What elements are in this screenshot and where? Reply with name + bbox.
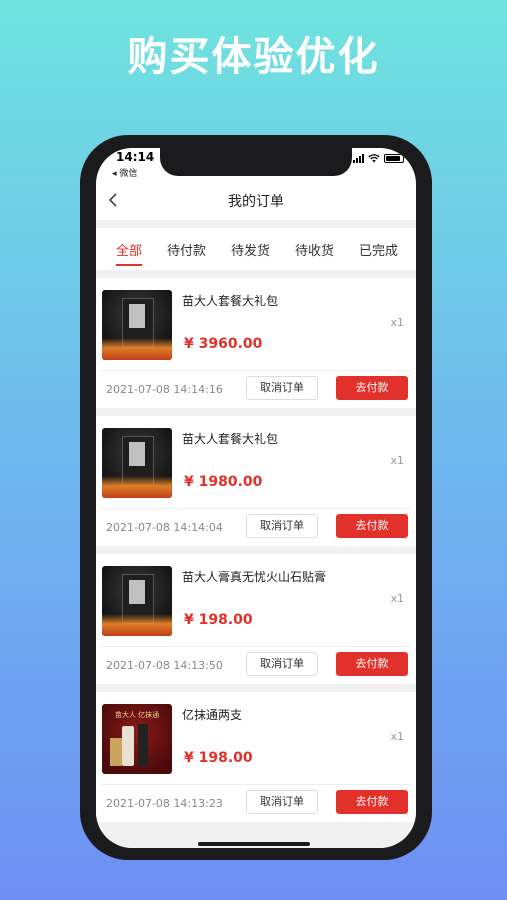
battery-icon — [384, 154, 404, 163]
page-title: 我的订单 — [228, 194, 284, 210]
phone-notch — [160, 148, 352, 176]
pay-button[interactable]: 去付款 — [336, 376, 408, 400]
order-date: 2021-07-08 14:13:50 — [106, 659, 223, 672]
status-back-app[interactable]: ◂ 微信 — [112, 166, 137, 179]
cancel-order-button[interactable]: 取消订单 — [246, 790, 318, 814]
separator — [96, 546, 416, 554]
pay-button[interactable]: 去付款 — [336, 514, 408, 538]
order-card[interactable]: 苗大人套餐大礼包 x1 ¥ 3960.00 2021-07-08 14:14:1… — [96, 278, 416, 408]
tab-all[interactable]: 全部 — [116, 240, 142, 259]
separator — [96, 408, 416, 416]
cancel-order-button[interactable]: 取消订单 — [246, 376, 318, 400]
quantity: x1 — [390, 592, 404, 605]
promo-headline: 购买体验优化 — [127, 34, 380, 80]
product-image-text: 苗大人 亿抹通 — [114, 711, 160, 719]
price: ¥ 198.00 — [184, 750, 253, 766]
product-image[interactable] — [102, 428, 172, 498]
divider — [102, 646, 410, 647]
product-name: 苗大人膏真无忧火山石贴膏 — [182, 570, 327, 584]
divider — [102, 784, 410, 785]
divider — [102, 370, 410, 371]
status-time: 14:14 — [116, 150, 155, 164]
quantity: x1 — [390, 730, 404, 743]
product-image[interactable] — [102, 566, 172, 636]
product-name: 亿抹通两支 — [182, 708, 243, 722]
order-card[interactable]: 苗大人 亿抹通 亿抹通两支 x1 ¥ 198.00 2021-07-08 14:… — [96, 692, 416, 822]
separator — [96, 220, 416, 228]
price: ¥ 198.00 — [184, 612, 253, 628]
quantity: x1 — [390, 454, 404, 467]
pay-button[interactable]: 去付款 — [336, 652, 408, 676]
tab-pending-payment[interactable]: 待付款 — [167, 240, 206, 259]
tab-pending-receipt[interactable]: 待收货 — [295, 240, 334, 259]
order-date: 2021-07-08 14:13:23 — [106, 797, 223, 810]
order-card[interactable]: 苗大人膏真无忧火山石贴膏 x1 ¥ 198.00 2021-07-08 14:1… — [96, 554, 416, 684]
wifi-icon — [368, 154, 380, 163]
divider — [102, 508, 410, 509]
order-tabs: 全部 待付款 待发货 待收货 已完成 — [96, 228, 416, 268]
nav-bar: 我的订单 — [96, 180, 416, 220]
product-image[interactable]: 苗大人 亿抹通 — [102, 704, 172, 774]
order-date: 2021-07-08 14:14:04 — [106, 521, 223, 534]
product-name: 苗大人套餐大礼包 — [182, 432, 279, 446]
tab-active-indicator — [116, 264, 142, 266]
quantity: x1 — [390, 316, 404, 329]
app-screen: 14:14 ◂ 微信 我的订单 全部 待付款 待发货 待收货 已完成 苗大人套餐… — [96, 148, 416, 848]
order-card[interactable]: 苗大人套餐大礼包 x1 ¥ 1980.00 2021-07-08 14:14:0… — [96, 416, 416, 546]
separator — [96, 270, 416, 278]
order-date: 2021-07-08 14:14:16 — [106, 383, 223, 396]
tab-pending-shipment[interactable]: 待发货 — [231, 240, 270, 259]
price: ¥ 1980.00 — [184, 474, 263, 490]
tab-completed[interactable]: 已完成 — [359, 240, 398, 259]
product-image[interactable] — [102, 290, 172, 360]
status-icons — [353, 154, 404, 163]
pay-button[interactable]: 去付款 — [336, 790, 408, 814]
signal-icon — [353, 154, 364, 163]
cancel-order-button[interactable]: 取消订单 — [246, 652, 318, 676]
separator — [96, 684, 416, 692]
product-name: 苗大人套餐大礼包 — [182, 294, 279, 308]
cancel-order-button[interactable]: 取消订单 — [246, 514, 318, 538]
price: ¥ 3960.00 — [184, 336, 263, 352]
home-indicator — [198, 842, 310, 846]
